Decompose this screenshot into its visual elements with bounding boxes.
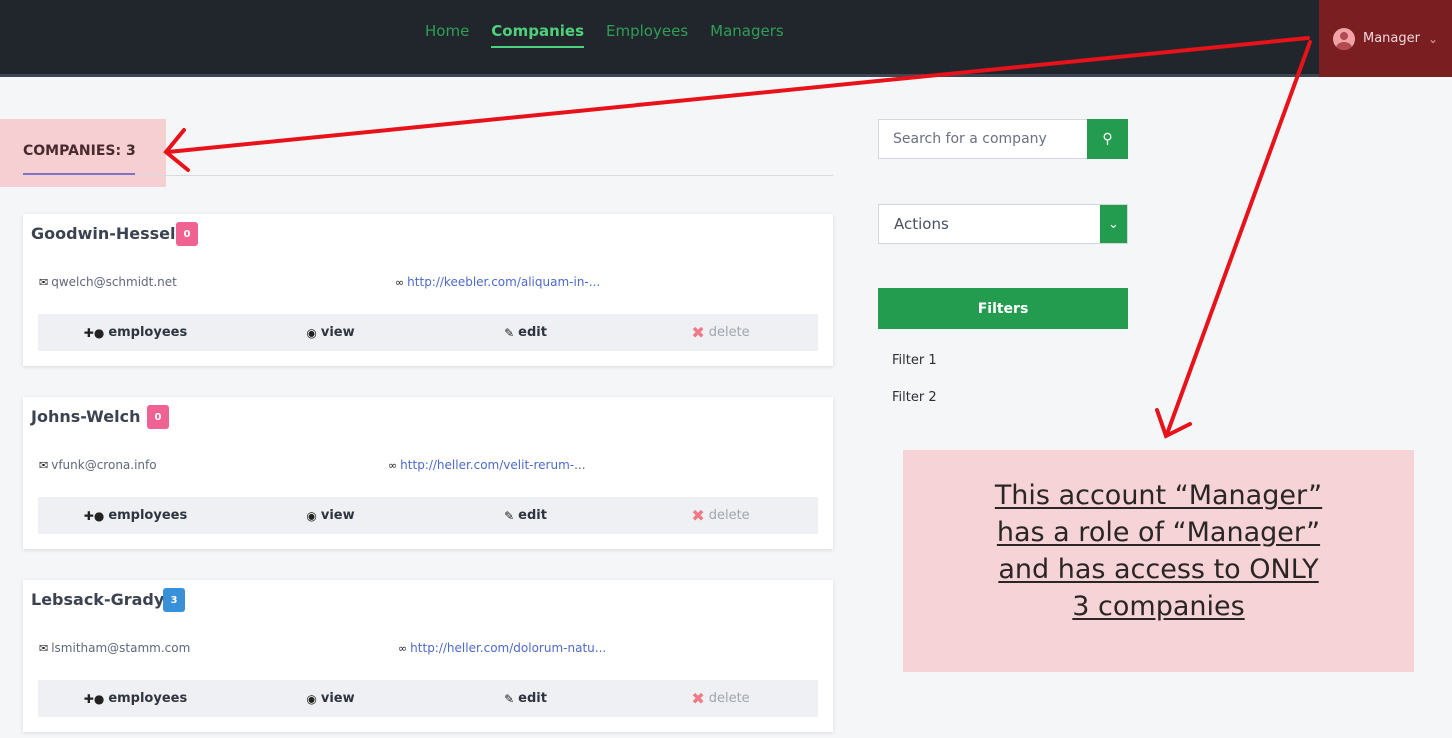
company-name[interactable]: Johns-Welch	[31, 407, 140, 426]
close-icon: ✖	[691, 689, 705, 708]
email-text: qwelch@schmidt.net	[51, 275, 177, 289]
header-divider	[23, 175, 833, 176]
nav-links: Home Companies Employees Managers	[425, 22, 784, 48]
employees-label: employees	[108, 325, 188, 340]
envelope-icon: ✉	[39, 459, 49, 472]
company-email: ✉ lsmitham@stamm.com	[39, 641, 190, 655]
link-icon: ∞	[398, 642, 408, 655]
actions-dropdown-label: Actions	[894, 215, 949, 233]
annotation-text: This account “Manager” has a role of “Ma…	[903, 477, 1414, 625]
search-icon: ⚲	[1102, 131, 1113, 147]
chevron-down-icon: ⌄	[1427, 31, 1439, 46]
delete-label: delete	[708, 691, 750, 706]
company-search: ⚲	[878, 119, 1128, 159]
edit-label: edit	[518, 691, 547, 706]
nav-link-employees[interactable]: Employees	[606, 22, 688, 48]
employees-button[interactable]: ✚● employees	[38, 314, 233, 351]
company-card: Goodwin-Hessel 0 ✉ qwelch@schmidt.net ∞ ht…	[23, 214, 833, 366]
filter-item[interactable]: Filter 1	[892, 353, 937, 368]
employee-count-badge: 0	[147, 405, 169, 429]
link-icon: ∞	[395, 276, 405, 289]
company-name[interactable]: Goodwin-Hessel	[31, 224, 176, 243]
envelope-icon: ✉	[39, 276, 49, 289]
employees-label: employees	[108, 508, 188, 523]
view-button[interactable]: ◉ view	[233, 680, 428, 717]
company-card: Johns-Welch 0 ✉ vfunk@crona.info ∞ http://…	[23, 397, 833, 549]
edit-button[interactable]: ✎ edit	[428, 680, 623, 717]
close-icon: ✖	[691, 323, 705, 342]
delete-button[interactable]: ✖ delete	[623, 314, 818, 351]
user-name: Manager	[1363, 31, 1420, 46]
top-navbar: Home Companies Employees Managers Manage…	[0, 0, 1452, 77]
card-actions-bar: ✚● employees ◉ view ✎ edit ✖ delete	[38, 497, 818, 534]
employees-button[interactable]: ✚● employees	[38, 497, 233, 534]
chevron-down-icon[interactable]: ⌄	[1100, 205, 1127, 243]
edit-button[interactable]: ✎ edit	[428, 497, 623, 534]
company-website[interactable]: ∞ http://heller.com/velit-rerum-...	[388, 458, 586, 472]
view-button[interactable]: ◉ view	[233, 497, 428, 534]
view-label: view	[320, 508, 355, 523]
envelope-icon: ✉	[39, 642, 49, 655]
edit-icon: ✎	[504, 691, 515, 706]
nav-link-companies[interactable]: Companies	[491, 22, 585, 48]
employees-label: employees	[108, 691, 188, 706]
edit-icon: ✎	[504, 325, 515, 340]
card-actions-bar: ✚● employees ◉ view ✎ edit ✖ delete	[38, 314, 818, 351]
delete-label: delete	[708, 325, 750, 340]
annotation-line: This account “Manager”	[994, 480, 1323, 511]
delete-label: delete	[708, 508, 750, 523]
employee-count-badge: 3	[163, 588, 185, 612]
annotation-line: has a role of “Manager”	[996, 517, 1321, 548]
edit-label: edit	[518, 508, 547, 523]
website-link[interactable]: http://heller.com/dolorum-natu...	[410, 641, 606, 655]
filter-item[interactable]: Filter 2	[892, 390, 937, 405]
card-actions-bar: ✚● employees ◉ view ✎ edit ✖ delete	[38, 680, 818, 717]
edit-label: edit	[518, 325, 547, 340]
add-user-icon: ✚●	[83, 691, 105, 706]
company-website[interactable]: ∞ http://heller.com/dolorum-natu...	[398, 641, 606, 655]
view-button[interactable]: ◉ view	[233, 314, 428, 351]
company-email: ✉ vfunk@crona.info	[39, 458, 157, 472]
search-input[interactable]	[878, 119, 1087, 159]
company-name[interactable]: Lebsack-Grady	[31, 590, 164, 609]
close-icon: ✖	[691, 506, 705, 525]
email-text: lsmitham@stamm.com	[51, 641, 191, 655]
search-button[interactable]: ⚲	[1087, 119, 1128, 159]
delete-button[interactable]: ✖ delete	[623, 497, 818, 534]
website-link[interactable]: http://heller.com/velit-rerum-...	[400, 458, 585, 472]
add-user-icon: ✚●	[83, 325, 105, 340]
delete-button[interactable]: ✖ delete	[623, 680, 818, 717]
company-email: ✉ qwelch@schmidt.net	[39, 275, 177, 289]
eye-icon: ◉	[306, 325, 317, 340]
page-title: COMPANIES: 3	[23, 143, 136, 159]
edit-icon: ✎	[504, 508, 515, 523]
annotation-line: and has access to ONLY	[998, 554, 1319, 585]
user-avatar-icon	[1333, 27, 1355, 50]
edit-button[interactable]: ✎ edit	[428, 314, 623, 351]
actions-dropdown[interactable]: Actions ⌄	[878, 204, 1128, 244]
link-icon: ∞	[388, 459, 398, 472]
filters-button[interactable]: Filters	[878, 288, 1128, 329]
company-website[interactable]: ∞ http://keebler.com/aliquam-in-...	[395, 275, 600, 289]
eye-icon: ◉	[306, 508, 317, 523]
employee-count-badge: 0	[176, 222, 198, 246]
website-link[interactable]: http://keebler.com/aliquam-in-...	[407, 275, 600, 289]
arrow-to-note	[1155, 40, 1312, 439]
eye-icon: ◉	[306, 691, 317, 706]
nav-link-managers[interactable]: Managers	[710, 22, 784, 48]
view-label: view	[320, 325, 355, 340]
email-text: vfunk@crona.info	[51, 458, 157, 472]
company-card: Lebsack-Grady 3 ✉ lsmitham@stamm.com ∞ htt…	[23, 580, 833, 732]
user-menu[interactable]: Manager ⌄	[1319, 0, 1452, 77]
annotation-line: 3 companies	[1072, 591, 1245, 622]
view-label: view	[320, 691, 355, 706]
nav-link-home[interactable]: Home	[425, 22, 469, 48]
add-user-icon: ✚●	[83, 508, 105, 523]
employees-button[interactable]: ✚● employees	[38, 680, 233, 717]
